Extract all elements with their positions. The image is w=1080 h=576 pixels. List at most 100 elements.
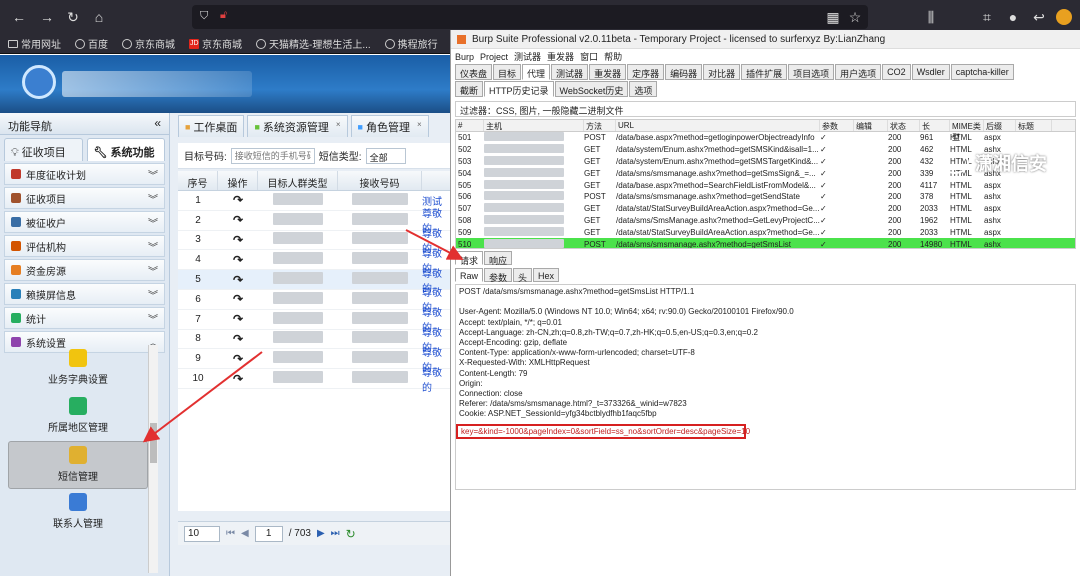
sms-content-cell[interactable]: 尊敬的 <box>422 364 450 394</box>
history-col-header[interactable]: 方法 <box>584 120 616 131</box>
nav-section[interactable]: 资金房源 ︾ <box>4 259 165 281</box>
nav-section[interactable]: 赖摸屏信息 ︾ <box>4 283 165 305</box>
chat-icon[interactable]: ● <box>1004 8 1022 26</box>
burp-menu-item[interactable]: Burp <box>455 52 474 62</box>
burp-tab[interactable]: 编码器 <box>665 64 703 80</box>
raw-tab[interactable]: Hex <box>533 268 560 282</box>
raw-tab[interactable]: Raw <box>455 268 484 282</box>
raw-request[interactable]: POST /data/sms/smsmanage.ashx?method=get… <box>455 284 1076 490</box>
target-number-input[interactable] <box>230 147 315 164</box>
forward-icon[interactable]: → <box>38 8 56 26</box>
history-col-header[interactable]: 状态 <box>888 120 920 131</box>
send-action-icon[interactable]: ↷ <box>218 233 258 247</box>
burp-tab[interactable]: 用户选项 <box>835 64 882 80</box>
history-col-header[interactable]: 后缀 <box>984 120 1016 131</box>
send-action-icon[interactable]: ↷ <box>218 312 258 326</box>
history-col-header[interactable]: 参数 <box>820 120 854 131</box>
chevron-down-icon[interactable]: ︾ <box>148 167 158 182</box>
table-row[interactable]: 7 ↷ 尊敬的 <box>178 308 450 334</box>
table-row[interactable]: 2 ↷ 尊敬的 <box>178 209 450 235</box>
chevron-down-icon[interactable]: ︾ <box>148 239 158 254</box>
sms-type-select[interactable]: 全部 <box>365 147 406 164</box>
history-col-header[interactable]: 标题 <box>1016 120 1052 131</box>
burp-tab[interactable]: Wsdler <box>911 64 950 80</box>
table-row[interactable]: 1 ↷ 测试 <box>178 191 450 211</box>
table-row[interactable]: 6 ↷ 尊敬的 <box>178 288 450 314</box>
bookmark-item[interactable]: 天猫精选-理想生活上... <box>256 36 371 51</box>
send-action-icon[interactable]: ↷ <box>218 292 258 306</box>
reqresp-tab[interactable]: 请求 <box>455 251 484 266</box>
nav-tab-levy-projects[interactable]: 💡︎ 征收项目 <box>4 138 83 161</box>
table-row[interactable]: 3 ↷ 尊敬的 <box>178 229 450 255</box>
proxy-tab[interactable]: 选项 <box>629 81 658 97</box>
last-page-icon[interactable]: ⏭ <box>331 528 340 539</box>
back-icon[interactable]: ← <box>10 8 28 26</box>
col-header[interactable]: 序号 <box>178 171 218 190</box>
history-col-header[interactable]: 长 <box>920 120 950 131</box>
history-row[interactable]: 508 GET/data/sms/SmsManage.ashx?method=Ge… <box>456 214 1075 227</box>
burp-tab[interactable]: 重发器 <box>589 64 627 80</box>
content-tab[interactable]: ■ 角色管理 × <box>350 115 429 137</box>
col-header[interactable]: 接收号码 <box>338 171 422 190</box>
burp-tab[interactable]: 测试器 <box>551 64 589 80</box>
chevron-down-icon[interactable]: ︾ <box>148 287 158 302</box>
burp-tab[interactable]: 目标 <box>493 64 522 80</box>
bookmark-item[interactable]: 常用网址 <box>8 36 61 51</box>
system-menu-item[interactable]: 业务字典设置 <box>8 345 148 393</box>
chevron-down-icon[interactable]: ︾ <box>148 191 158 206</box>
scroll-thumb[interactable] <box>150 423 157 463</box>
refresh-icon[interactable]: ↻ <box>346 527 356 541</box>
nav-scrollbar[interactable] <box>148 345 158 573</box>
history-row[interactable]: 509 GET/data/stat/StatSurveyBuildAreaActi… <box>456 226 1075 238</box>
history-col-header[interactable]: 主机 <box>484 120 584 131</box>
send-action-icon[interactable]: ↷ <box>218 352 258 366</box>
send-action-icon[interactable]: ↷ <box>218 273 258 287</box>
burp-filter-bar[interactable]: 过滤器：CSS, 图片, 一般隐藏二进制文件 <box>455 101 1076 117</box>
system-menu-item[interactable]: 短信管理 <box>8 441 148 489</box>
burp-menu-item[interactable]: 窗口 <box>580 50 598 63</box>
bookmark-item[interactable]: JD 京东商城 <box>189 36 242 51</box>
burp-tab[interactable]: 代理 <box>522 64 551 80</box>
page-input[interactable]: 1 <box>254 525 283 542</box>
proxy-tab[interactable]: 截断 <box>455 81 484 97</box>
col-header[interactable]: 操作 <box>218 171 258 190</box>
raw-tab[interactable]: 参数 <box>484 268 513 283</box>
send-action-icon[interactable]: ↷ <box>218 213 258 227</box>
history-col-header[interactable]: # <box>456 120 484 131</box>
bookmark-item[interactable]: 京东商城 <box>122 36 175 51</box>
table-row[interactable]: 10 ↷ 尊敬的 <box>178 368 450 394</box>
nav-section[interactable]: 年度征收计划 ︾ <box>4 163 165 185</box>
history-row[interactable]: 506 POST/data/sms/smsmanage.ashx?method=g… <box>456 191 1075 203</box>
burp-tab[interactable]: 仪表盘 <box>455 64 493 80</box>
reqresp-tab[interactable]: 响应 <box>484 251 513 266</box>
nav-section[interactable]: 评估机构 ︾ <box>4 235 165 257</box>
content-tab[interactable]: ■ 工作桌面 <box>178 115 245 137</box>
bookmark-star-icon[interactable]: ☆ <box>846 8 864 26</box>
history-col-header[interactable]: URL <box>616 120 820 131</box>
crop-icon[interactable]: ⌗ <box>978 8 996 26</box>
close-tab-icon[interactable]: × <box>417 120 422 129</box>
burp-tab[interactable]: 对比器 <box>703 64 741 80</box>
send-action-icon[interactable]: ↷ <box>218 253 258 267</box>
chevron-down-icon[interactable]: ︾ <box>148 311 158 326</box>
history-row[interactable]: 507 GET/data/stat/StatSurveyBuildAreaActi… <box>456 203 1075 215</box>
burp-menu-item[interactable]: 测试器 <box>514 50 541 63</box>
collapse-icon[interactable]: « <box>154 116 161 130</box>
close-tab-icon[interactable]: × <box>336 120 341 129</box>
burp-tab[interactable]: 插件扩展 <box>741 64 788 80</box>
burp-tab[interactable]: 项目选项 <box>788 64 835 80</box>
prev-page-icon[interactable]: ◀ <box>241 528 249 539</box>
burp-tab[interactable]: 定序器 <box>627 64 665 80</box>
library-icon[interactable]: ⫼ <box>922 8 940 26</box>
table-row[interactable]: 5 ↷ 尊敬的 <box>178 269 450 295</box>
col-header[interactable]: 目标人群类型 <box>258 171 338 190</box>
url-bar[interactable]: ⛉ 🔓︎ <box>192 5 868 29</box>
table-row[interactable]: 9 ↷ 尊敬的 <box>178 348 450 374</box>
send-action-icon[interactable]: ↷ <box>218 193 258 207</box>
bookmark-item[interactable]: 百度 <box>75 36 108 51</box>
reload-icon[interactable]: ↻ <box>64 8 82 26</box>
page-size-select[interactable]: 10 <box>184 525 220 542</box>
chevron-down-icon[interactable]: ︾ <box>148 215 158 230</box>
table-row[interactable]: 4 ↷ 尊敬的 <box>178 249 450 275</box>
history-col-header[interactable]: MIME类型 <box>950 120 984 142</box>
